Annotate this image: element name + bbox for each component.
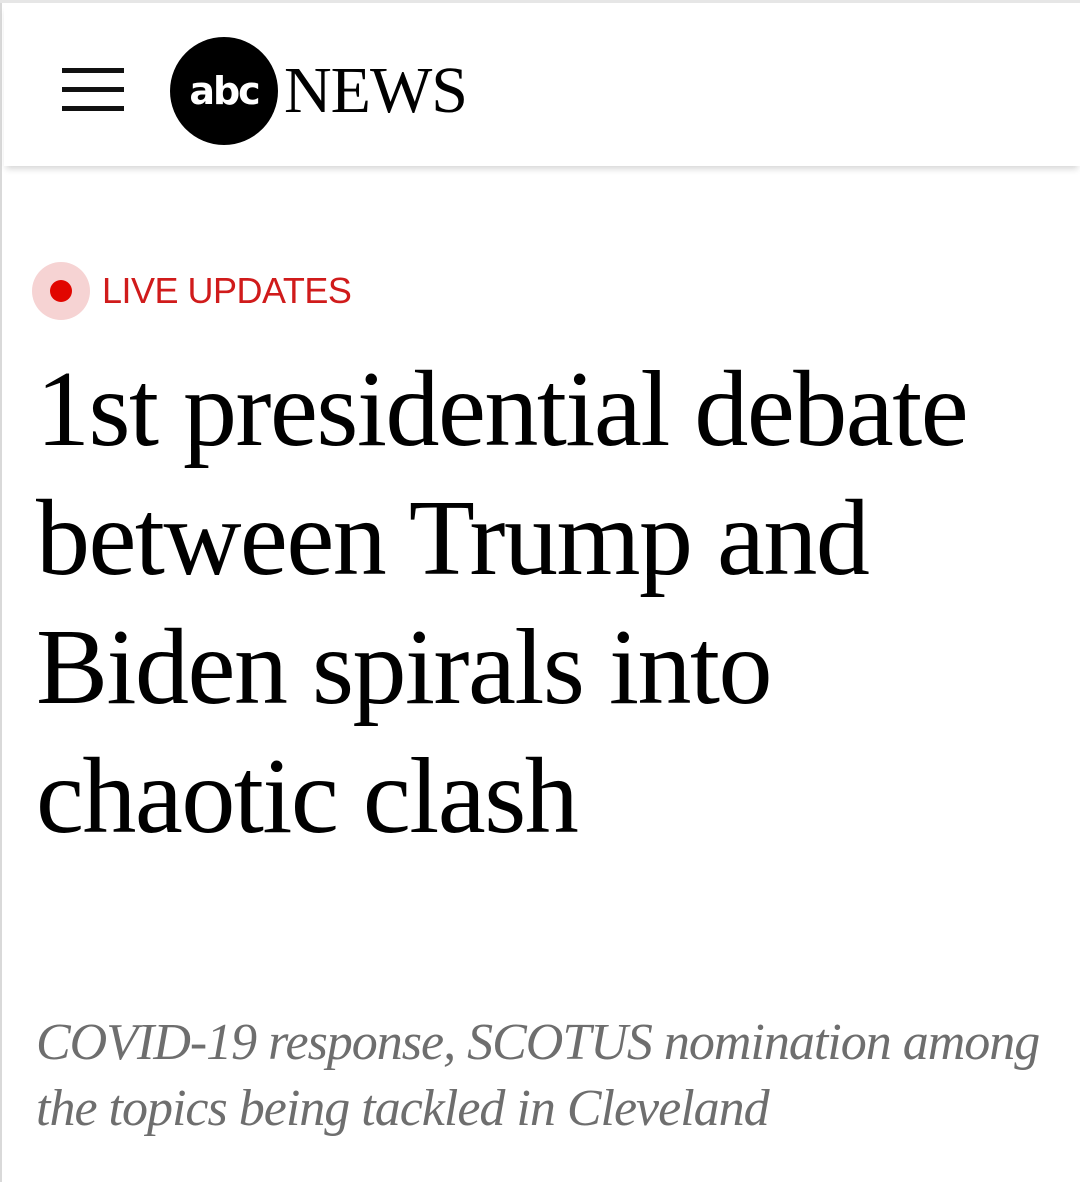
site-header: abc NEWS: [4, 4, 1080, 166]
abc-logo-mark-text: abc: [189, 69, 260, 113]
abc-logo-mark: abc: [170, 37, 278, 145]
hamburger-menu-icon[interactable]: [62, 68, 124, 114]
hamburger-bar: [62, 68, 124, 73]
hamburger-bar: [62, 87, 124, 92]
live-dot-core: [50, 280, 72, 302]
news-logo-word: NEWS: [284, 54, 468, 127]
article-headline: 1st presidential debate between Trump an…: [36, 350, 969, 856]
abc-news-logo[interactable]: abc NEWS: [170, 36, 510, 146]
article-subheadline: COVID-19 response, SCOTUS nomination amo…: [36, 1014, 1040, 1137]
live-updates-badge: LIVE UPDATES: [32, 262, 352, 320]
hamburger-bar: [62, 106, 124, 111]
live-dot-icon: [32, 262, 90, 320]
live-updates-label: LIVE UPDATES: [102, 270, 352, 311]
page-left-border: [0, 0, 2, 1182]
page-top-border: [0, 0, 1080, 3]
